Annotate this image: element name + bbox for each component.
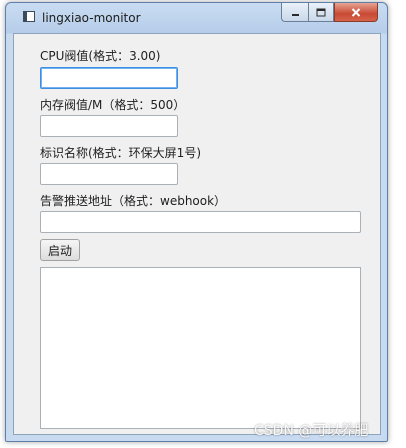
start-button[interactable]: 启动 bbox=[40, 239, 80, 261]
cpu-threshold-label: CPU阀值(格式：3.00) bbox=[40, 49, 161, 63]
app-window-icon bbox=[23, 11, 35, 22]
title-bar[interactable]: lingxiao-monitor bbox=[6, 3, 387, 31]
cpu-threshold-input[interactable] bbox=[40, 67, 178, 89]
close-button[interactable] bbox=[334, 3, 378, 22]
maximize-button[interactable] bbox=[308, 3, 334, 22]
minimize-button[interactable] bbox=[281, 3, 308, 22]
close-icon bbox=[351, 7, 361, 17]
form-panel: CPU阀值(格式：3.00) 内存阀值/M（格式：500） 标识名称(格式：环保… bbox=[13, 33, 381, 435]
identifier-name-label: 标识名称(格式：环保大屏1号) bbox=[40, 146, 201, 160]
webhook-url-label: 告警推送地址（格式：webhook） bbox=[40, 194, 227, 208]
log-output-area[interactable] bbox=[40, 267, 361, 429]
minimize-icon bbox=[291, 13, 299, 16]
window-title: lingxiao-monitor bbox=[42, 11, 141, 25]
identifier-name-input[interactable] bbox=[40, 163, 178, 185]
memory-threshold-input[interactable] bbox=[40, 115, 178, 137]
app-window: lingxiao-monitor CPU阀值(格式：3.00) 内存阀值/M（格… bbox=[5, 2, 388, 442]
csdn-watermark: CSDN @可以养肥 bbox=[254, 423, 369, 439]
webhook-url-input[interactable] bbox=[40, 211, 361, 233]
maximize-icon bbox=[316, 8, 326, 16]
memory-threshold-label: 内存阀值/M（格式：500） bbox=[40, 98, 186, 112]
